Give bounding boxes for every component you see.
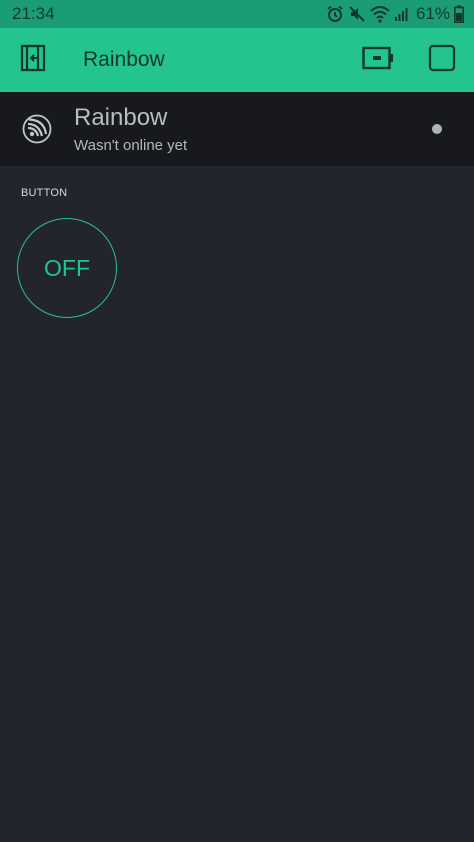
status-bar: 21:34 61% (0, 0, 474, 28)
device-status: Wasn't online yet (74, 137, 188, 154)
toggle-button-label: OFF (44, 254, 90, 281)
status-time: 21:34 (12, 4, 55, 23)
device-battery-button[interactable] (362, 44, 394, 76)
app-bar: Rainbow (0, 28, 474, 92)
esp-chip-icon (22, 114, 52, 144)
battery-icon (454, 5, 464, 23)
alarm-icon (326, 5, 344, 23)
widget-label: BUTTON (21, 187, 68, 199)
connection-status-dot (432, 124, 442, 134)
exit-icon (18, 43, 48, 77)
play-square-icon (428, 44, 456, 76)
mute-icon (348, 5, 366, 23)
device-battery-icon (362, 45, 394, 75)
wifi-icon (370, 5, 390, 23)
device-name: Rainbow (74, 104, 168, 131)
toggle-button[interactable]: OFF (17, 218, 117, 318)
exit-button[interactable] (17, 44, 49, 76)
play-button[interactable] (426, 44, 458, 76)
device-bar[interactable]: Rainbow Wasn't online yet (0, 92, 474, 166)
app-title: Rainbow (83, 48, 165, 71)
signal-icon (394, 6, 408, 22)
status-icons: 61% (326, 4, 464, 24)
battery-percent: 61% (415, 4, 450, 23)
